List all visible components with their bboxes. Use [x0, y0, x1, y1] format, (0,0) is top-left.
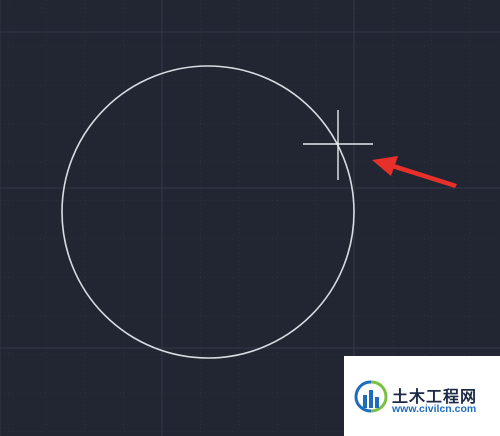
cad-drawing-viewport[interactable]: 土木工程网 www.civilcn.com — [0, 0, 500, 436]
civilcn-logo-icon — [354, 380, 388, 413]
watermark-url: www.civilcn.com — [392, 403, 477, 415]
watermark-badge: 土木工程网 www.civilcn.com — [344, 356, 500, 436]
